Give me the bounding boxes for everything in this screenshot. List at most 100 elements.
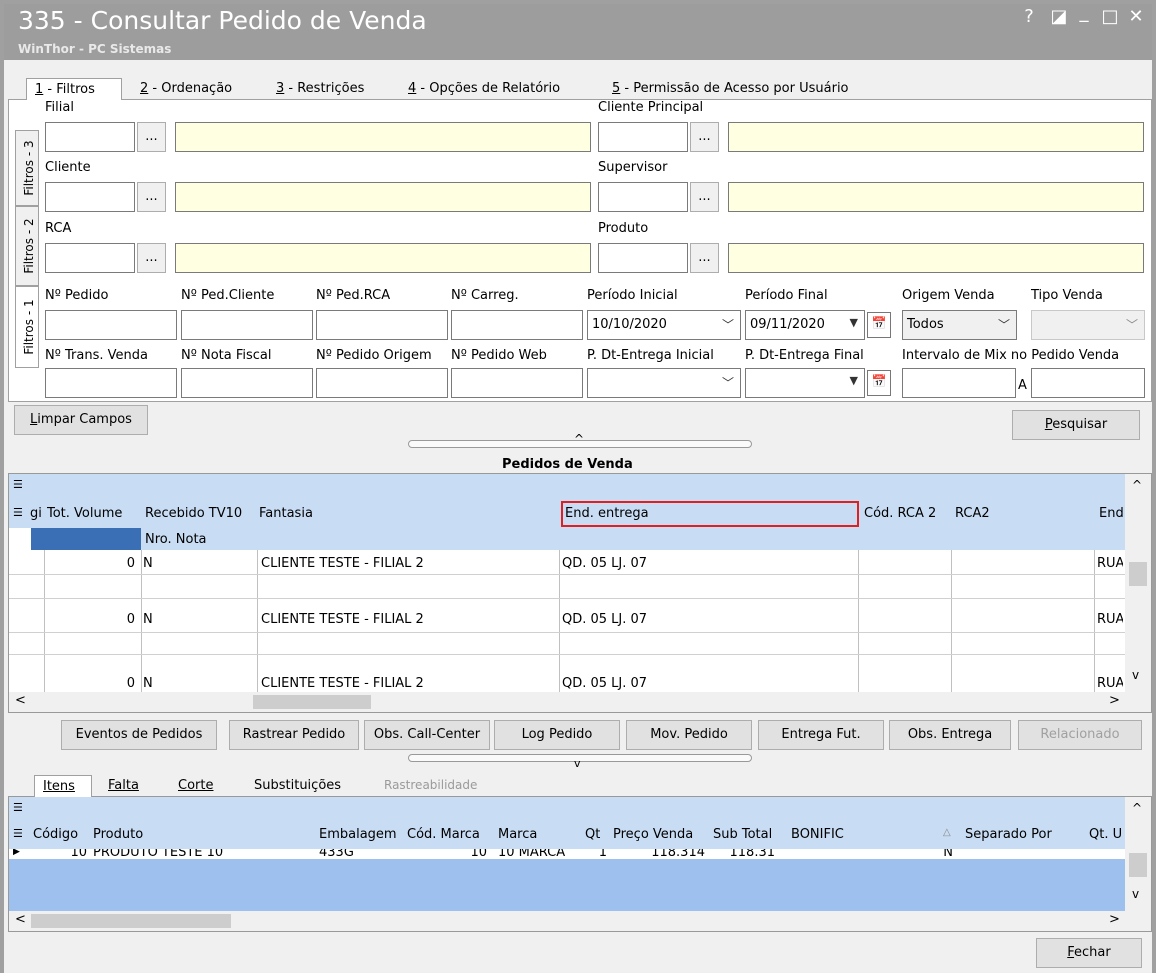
log-pedido-button[interactable]: Log Pedido [494, 720, 620, 750]
tab-falta[interactable]: Falta [104, 775, 154, 797]
mov-pedido-button[interactable]: Mov. Pedido [626, 720, 752, 750]
tipo-venda-select[interactable]: ﹀ [1031, 310, 1145, 340]
p-dt-entrega-final-input[interactable]: ▼ [745, 368, 865, 398]
scroll-thumb[interactable] [31, 914, 231, 928]
title-bar[interactable]: 335 - Consultar Pedido de Venda WinThor … [4, 2, 1152, 60]
cliente-principal-code-input[interactable] [598, 122, 688, 152]
tab-ordenacao[interactable]: 2 - Ordenação [130, 78, 258, 100]
column-header-marca[interactable]: Marca [498, 827, 537, 842]
column-header-bonific[interactable]: BONIFIC [791, 827, 844, 842]
scroll-up-icon[interactable]: ^ [1132, 478, 1142, 492]
intervalo-mix-to-input[interactable] [1031, 368, 1145, 398]
filial-lookup-button[interactable]: ... [137, 122, 166, 152]
column-header-gi[interactable]: gi [30, 506, 44, 521]
pedidos-vscrollbar[interactable]: ^ v [1125, 474, 1151, 692]
itens-vscrollbar[interactable]: ^ v [1125, 797, 1151, 911]
scroll-right-icon[interactable]: > [1109, 693, 1120, 708]
maximize-button[interactable]: □ [1098, 6, 1122, 27]
obs-call-center-button[interactable]: Obs. Call-Center [364, 720, 490, 750]
intervalo-mix-from-input[interactable] [902, 368, 1016, 398]
periodo-final-input[interactable]: 09/11/2020 ▼ [745, 310, 865, 340]
scroll-thumb[interactable] [1129, 853, 1147, 877]
origem-venda-select[interactable]: Todos ﹀ [902, 310, 1017, 340]
column-header-tot-volume[interactable]: Tot. Volume [47, 506, 122, 521]
column-header-recebido-tv10[interactable]: Recebido TV10 [145, 506, 242, 521]
grid-menu-icon[interactable]: ☰ [13, 801, 23, 814]
n-ped-rca-input[interactable] [316, 310, 448, 340]
column-chooser-icon[interactable]: ☰ [13, 827, 23, 840]
column-header-end[interactable]: End [1099, 506, 1124, 521]
scroll-down-icon[interactable]: v [1132, 668, 1139, 682]
pesquisar-button[interactable]: Pesquisar [1012, 410, 1140, 440]
column-header-nro-nota[interactable]: Nro. Nota [145, 532, 207, 547]
vtab-filtros-3[interactable]: Filtros - 3 [15, 130, 39, 206]
column-header-sub-total[interactable]: Sub Total [713, 827, 772, 842]
n-pedido-input[interactable] [45, 310, 177, 340]
scroll-thumb[interactable] [253, 695, 371, 709]
calendar-icon[interactable]: 📅 [867, 370, 891, 396]
scroll-right-icon[interactable]: > [1109, 912, 1120, 927]
column-chooser-icon[interactable]: ☰ [13, 506, 23, 519]
eventos-pedidos-button[interactable]: Eventos de Pedidos [61, 720, 217, 750]
fechar-button[interactable]: Fechar [1036, 938, 1142, 968]
entrega-fut-button[interactable]: Entrega Fut. [758, 720, 884, 750]
scroll-left-icon[interactable]: < [15, 912, 26, 927]
tab-opcoes-relatorio[interactable]: 4 - Opções de Relatório [398, 78, 586, 100]
grid-menu-icon[interactable]: ☰ [13, 478, 23, 491]
scroll-down-icon[interactable]: v [1132, 887, 1139, 901]
n-ped-cliente-input[interactable] [181, 310, 313, 340]
scroll-thumb[interactable] [1129, 562, 1147, 586]
vtab-filtros-2[interactable]: Filtros - 2 [15, 206, 39, 286]
table-row[interactable]: 0 N CLIENTE TESTE - FILIAL 2 QD. 05 LJ. … [9, 670, 1125, 692]
filial-code-input[interactable] [45, 122, 135, 152]
column-header-qt[interactable]: Qt [585, 827, 600, 842]
vtab-filtros-1[interactable]: Filtros - 1 [15, 286, 39, 368]
column-header-end-entrega[interactable]: End. entrega [565, 506, 649, 521]
p-dt-entrega-inicial-picker[interactable]: ﹀ [587, 368, 741, 398]
cliente-lookup-button[interactable]: ... [137, 182, 166, 212]
tab-filtros[interactable]: 1 - Filtros [26, 78, 122, 100]
rastrear-pedido-button[interactable]: Rastrear Pedido [229, 720, 359, 750]
minimize-button[interactable]: _ [1072, 2, 1096, 23]
column-header-rca2[interactable]: RCA2 [955, 506, 990, 521]
itens-hscrollbar[interactable]: < > [9, 911, 1151, 931]
pedidos-hscrollbar[interactable]: < > [9, 692, 1151, 712]
obs-entrega-button[interactable]: Obs. Entrega [889, 720, 1011, 750]
n-pedido-origem-input[interactable] [316, 368, 448, 398]
produto-code-input[interactable] [598, 243, 688, 273]
restore-icon[interactable]: ◪ [1047, 6, 1071, 27]
itens-grid[interactable]: ☰ ☰ Código Produto Embalagem Cód. Marca … [8, 796, 1152, 932]
tab-itens[interactable]: Itens [34, 775, 92, 797]
n-pedido-web-input[interactable] [451, 368, 583, 398]
calendar-icon[interactable]: 📅 [867, 312, 891, 338]
tab-restricoes[interactable]: 3 - Restrições [266, 78, 388, 100]
cliente-principal-lookup-button[interactable]: ... [690, 122, 719, 152]
column-header-produto[interactable]: Produto [93, 827, 143, 842]
column-header-cod-rca-2[interactable]: Cód. RCA 2 [864, 506, 936, 521]
supervisor-lookup-button[interactable]: ... [690, 182, 719, 212]
help-button[interactable]: ? [1017, 6, 1041, 27]
tab-corte[interactable]: Corte [174, 775, 230, 797]
pedidos-grid[interactable]: ☰ ☰ gi Tot. Volume Recebido TV10 Fantasi… [8, 473, 1152, 713]
cliente-code-input[interactable] [45, 182, 135, 212]
scroll-left-icon[interactable]: < [15, 693, 26, 708]
supervisor-code-input[interactable] [598, 182, 688, 212]
n-trans-venda-input[interactable] [45, 368, 177, 398]
produto-lookup-button[interactable]: ... [690, 243, 719, 273]
dropdown-arrow-icon[interactable]: ▼ [850, 374, 858, 387]
n-nota-fiscal-input[interactable] [181, 368, 313, 398]
table-row[interactable]: ▶ 10 PRODUTO TESTE 10 433G 10 10 MARCA 1… [9, 849, 1125, 859]
dropdown-arrow-icon[interactable]: ▼ [850, 316, 858, 329]
scroll-up-icon[interactable]: ^ [1132, 801, 1142, 815]
close-button[interactable]: ✕ [1124, 6, 1148, 27]
rca-lookup-button[interactable]: ... [137, 243, 166, 273]
periodo-inicial-picker[interactable]: 10/10/2020 ﹀ [587, 310, 741, 340]
column-header-separado-por[interactable]: Separado Por [965, 827, 1052, 842]
n-carreg-input[interactable] [451, 310, 583, 340]
limpar-campos-button[interactable]: Limpar Campos [14, 405, 148, 435]
tab-permissao-acesso[interactable]: 5 - Permissão de Acesso por Usuário [602, 78, 892, 100]
column-header-preco-venda[interactable]: Preço Venda [613, 827, 693, 842]
column-header-embalagem[interactable]: Embalagem [319, 827, 397, 842]
column-header-cod-marca[interactable]: Cód. Marca [407, 827, 480, 842]
column-header-codigo[interactable]: Código [33, 827, 78, 842]
